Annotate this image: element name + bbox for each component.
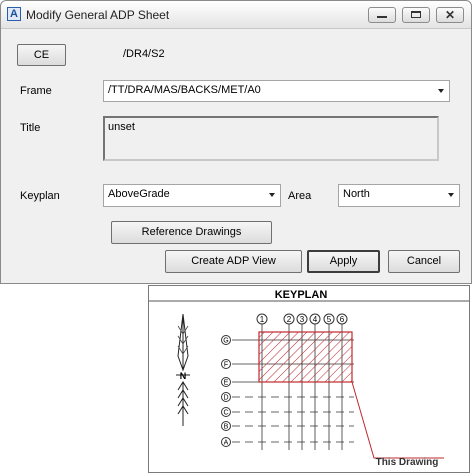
- north-arrow-icon: N: [176, 313, 190, 426]
- close-icon: ✕: [444, 8, 456, 22]
- area-value: North: [343, 188, 370, 200]
- ce-button[interactable]: CE: [17, 44, 66, 66]
- column-label: 4: [313, 315, 318, 324]
- row-label: F: [224, 362, 228, 369]
- column-label: 6: [340, 315, 345, 324]
- title-field[interactable]: unset: [103, 116, 439, 161]
- frame-value: /TT/DRA/MAS/BACKS/MET/A0: [108, 84, 261, 96]
- minimize-icon: [377, 16, 387, 18]
- column-label: 1: [260, 315, 265, 324]
- keyplan-drawing: KEYPLAN N This Drawing 1 2 3 4 5 6 G F E…: [149, 289, 469, 468]
- area-select[interactable]: North: [338, 184, 460, 207]
- minimize-button[interactable]: [368, 7, 396, 23]
- frame-select[interactable]: /TT/DRA/MAS/BACKS/MET/A0: [103, 80, 450, 102]
- row-label: C: [223, 410, 228, 417]
- this-drawing-area: [258, 331, 353, 383]
- close-button[interactable]: ✕: [436, 7, 464, 23]
- row-label: D: [223, 395, 228, 402]
- keyplan-heading: KEYPLAN: [275, 289, 328, 301]
- row-bubbles: G F E D C B A: [221, 335, 231, 447]
- callout-label: This Drawing: [376, 457, 439, 468]
- maximize-icon: [411, 11, 421, 18]
- chevron-down-icon: [438, 89, 444, 93]
- keyplan-panel: KEYPLAN N This Drawing 1 2 3 4 5 6 G F E…: [148, 285, 470, 473]
- row-label: B: [224, 424, 229, 431]
- north-label: N: [180, 371, 187, 381]
- reference-drawings-button[interactable]: Reference Drawings: [111, 221, 272, 244]
- area-label: Area: [288, 190, 312, 202]
- frame-label: Frame: [20, 85, 52, 97]
- title-label: Title: [20, 122, 41, 134]
- keyplan-value: AboveGrade: [108, 188, 170, 200]
- apply-button[interactable]: Apply: [307, 250, 380, 273]
- maximize-button[interactable]: [402, 7, 430, 23]
- dialog-window: A Modify General ADP Sheet ✕ CE /DR4/S2 …: [0, 0, 472, 284]
- keyplan-select[interactable]: AboveGrade: [103, 184, 281, 207]
- cancel-button[interactable]: Cancel: [388, 250, 460, 273]
- column-label: 3: [300, 315, 305, 324]
- create-adp-view-button[interactable]: Create ADP View: [165, 250, 302, 273]
- callout-leader: [351, 381, 444, 459]
- ce-value: /DR4/S2: [123, 48, 165, 60]
- row-label: E: [224, 380, 229, 387]
- keyplan-label: Keyplan: [20, 190, 60, 202]
- column-label: 5: [327, 315, 332, 324]
- title-value: unset: [108, 121, 135, 133]
- row-label: G: [223, 338, 228, 345]
- chevron-down-icon: [269, 193, 275, 197]
- column-bubbles: 1 2 3 4 5 6: [256, 313, 348, 325]
- row-label: A: [224, 440, 229, 447]
- column-label: 2: [287, 315, 292, 324]
- window-title: Modify General ADP Sheet: [26, 8, 170, 22]
- app-icon: A: [7, 7, 21, 21]
- title-bar[interactable]: A Modify General ADP Sheet ✕: [1, 1, 471, 29]
- chevron-down-icon: [448, 193, 454, 197]
